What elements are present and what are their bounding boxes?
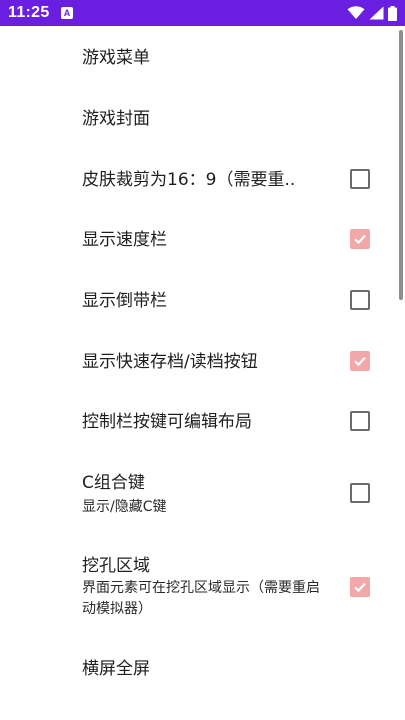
setting-game-cover[interactable]: 游戏封面 xyxy=(0,90,405,148)
wifi-icon xyxy=(347,6,365,19)
setting-title: 皮肤裁剪为16：9（需要重.. xyxy=(82,170,296,190)
setting-title: 横屏全屏 xyxy=(82,659,150,679)
setting-game-menu[interactable]: 游戏菜单 xyxy=(0,26,405,90)
c-combo-key-checkbox[interactable] xyxy=(350,483,370,503)
battery-icon xyxy=(388,5,397,21)
show-speed-bar-checkbox[interactable] xyxy=(350,229,370,249)
setting-c-combo-key[interactable]: C组合键 显示/隐藏C键 xyxy=(0,452,405,544)
setting-landscape-fullscreen[interactable]: 横屏全屏 xyxy=(0,644,405,720)
setting-quick-save-load[interactable]: 显示快速存档/读档按钮 xyxy=(0,330,405,392)
status-time: 11:25 xyxy=(8,4,50,21)
setting-show-speed-bar[interactable]: 显示速度栏 xyxy=(0,210,405,270)
status-bar: 11:25 A xyxy=(0,0,405,26)
setting-title: C组合键 xyxy=(82,473,145,493)
scrollbar[interactable] xyxy=(399,30,403,300)
check-icon xyxy=(354,582,366,593)
setting-title: 控制栏按键可编辑布局 xyxy=(82,412,252,432)
setting-summary: 界面元素可在挖孔区域显示（需要重启动模拟器） xyxy=(82,580,320,617)
status-icons xyxy=(347,5,397,21)
signal-icon xyxy=(369,6,384,20)
setting-title: 挖孔区域 xyxy=(82,556,150,576)
editable-layout-checkbox[interactable] xyxy=(350,411,370,431)
check-icon xyxy=(354,234,366,245)
setting-title: 显示倒带栏 xyxy=(82,291,167,311)
show-rewind-bar-checkbox[interactable] xyxy=(350,290,370,310)
setting-cutout-area[interactable]: 挖孔区域 界面元素可在挖孔区域显示（需要重启动模拟器） xyxy=(0,544,405,654)
setting-editable-layout[interactable]: 控制栏按键可编辑布局 xyxy=(0,392,405,452)
quick-save-load-checkbox[interactable] xyxy=(350,351,370,371)
a-badge-icon: A xyxy=(61,7,73,19)
setting-title: 游戏菜单 xyxy=(82,48,150,68)
setting-show-rewind-bar[interactable]: 显示倒带栏 xyxy=(0,270,405,330)
setting-summary: 显示/隐藏C键 xyxy=(82,499,167,515)
setting-title: 显示快速存档/读档按钮 xyxy=(82,352,258,372)
setting-title: 游戏封面 xyxy=(82,109,150,129)
check-icon xyxy=(354,356,366,367)
setting-skin-crop[interactable]: 皮肤裁剪为16：9（需要重.. xyxy=(0,148,405,210)
skin-crop-checkbox[interactable] xyxy=(350,169,370,189)
cutout-area-checkbox[interactable] xyxy=(350,577,370,597)
setting-title: 显示速度栏 xyxy=(82,230,167,250)
